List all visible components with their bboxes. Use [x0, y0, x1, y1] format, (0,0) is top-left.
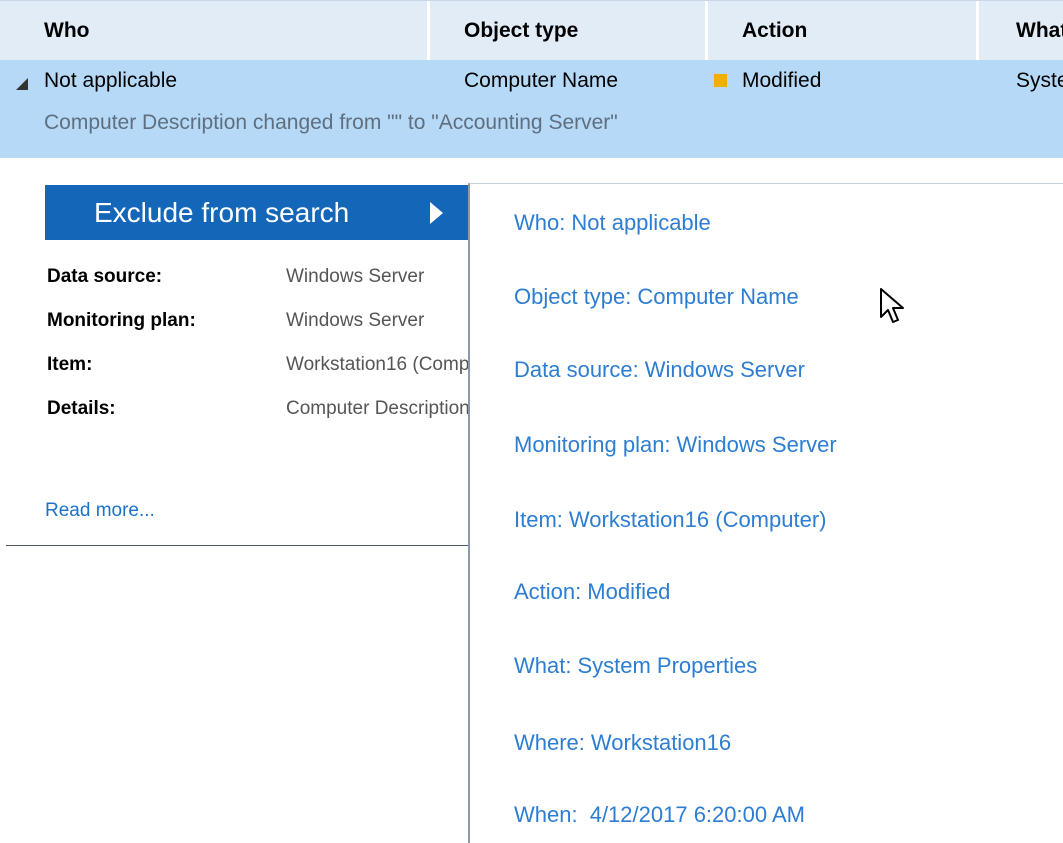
row-description: Computer Description changed from "" to … — [44, 111, 618, 134]
audit-search-window: Who Object type Action What Not applicab… — [0, 0, 1063, 843]
column-header-action[interactable]: Action — [742, 1, 972, 61]
column-header-object-type[interactable]: Object type — [464, 1, 704, 61]
menu-item-who[interactable]: Who: Not applicable — [514, 205, 711, 241]
cell-object-type: Computer Name — [464, 69, 619, 92]
menu-item-label: Action: — [514, 579, 582, 604]
menu-item-label: Object type: — [514, 284, 632, 309]
column-header-what[interactable]: What — [1016, 1, 1063, 61]
menu-item-value: Computer Name — [637, 284, 799, 309]
detail-label-details: Details: — [47, 398, 116, 419]
detail-label-item: Item: — [47, 354, 93, 375]
read-more-link[interactable]: Read more... — [45, 496, 155, 526]
exclude-context-menu: Who: Not applicable Object type: Computer … — [468, 183, 1063, 843]
menu-item-label: Data source: — [514, 357, 639, 382]
table-row-selected[interactable]: Not applicable Computer Name Modified Sy… — [0, 60, 1063, 158]
cell-what: System Properties — [1016, 69, 1063, 92]
details-panel: Exclude from search Data source: Windows… — [6, 158, 476, 546]
column-separator[interactable] — [705, 1, 708, 61]
exclude-button-label: Exclude from search — [94, 197, 350, 228]
menu-item-monitoring-plan[interactable]: Monitoring plan: Windows Server — [514, 427, 837, 463]
detail-label-monitoring-plan: Monitoring plan: — [47, 310, 196, 331]
menu-item-label: When: — [514, 802, 578, 827]
menu-item-where[interactable]: Where: Workstation16 — [514, 725, 731, 761]
menu-item-value: Modified — [587, 579, 671, 604]
detail-value-data-source: Windows Server — [286, 266, 425, 287]
detail-value-monitoring-plan: Windows Server — [286, 310, 425, 331]
menu-item-label: Item: — [514, 507, 563, 532]
menu-item-item[interactable]: Item: Workstation16 (Computer) — [514, 502, 826, 538]
mouse-pointer-icon — [880, 288, 904, 323]
menu-item-what[interactable]: What: System Properties — [514, 648, 757, 684]
expand-triangle-icon[interactable] — [14, 76, 30, 92]
cell-action: Modified — [742, 69, 822, 92]
menu-item-value: Not applicable — [571, 210, 711, 235]
menu-item-action[interactable]: Action: Modified — [514, 574, 670, 610]
modified-square-icon — [714, 74, 727, 87]
cell-who: Not applicable — [44, 69, 178, 92]
detail-value-details: Computer Description changed from "" to … — [286, 398, 476, 419]
menu-item-object-type[interactable]: Object type: Computer Name — [514, 279, 799, 315]
grid-header: Who Object type Action What — [0, 0, 1063, 61]
menu-item-value: Windows Server — [676, 432, 837, 457]
exclude-from-search-button[interactable]: Exclude from search — [45, 185, 476, 240]
menu-item-value: 4/12/2017 6:20:00 AM — [583, 802, 805, 827]
menu-item-label: What: — [514, 653, 572, 678]
column-separator[interactable] — [427, 1, 430, 61]
menu-item-value: System Properties — [577, 653, 758, 678]
menu-item-label: Where: — [514, 730, 585, 755]
detail-value-item: Workstation16 (Computer) — [286, 354, 476, 375]
menu-item-value: Workstation16 — [590, 730, 732, 755]
menu-item-value: Workstation16 (Computer) — [568, 507, 827, 532]
menu-item-value: Windows Server — [644, 357, 805, 382]
menu-item-label: Monitoring plan: — [514, 432, 671, 457]
menu-item-label: Who: — [514, 210, 566, 235]
column-separator[interactable] — [976, 1, 979, 61]
menu-item-when[interactable]: When: 4/12/2017 6:20:00 AM — [514, 797, 805, 833]
chevron-right-icon — [430, 202, 443, 224]
detail-label-data-source: Data source: — [47, 266, 163, 287]
column-header-who[interactable]: Who — [44, 1, 424, 61]
menu-item-data-source[interactable]: Data source: Windows Server — [514, 352, 805, 388]
